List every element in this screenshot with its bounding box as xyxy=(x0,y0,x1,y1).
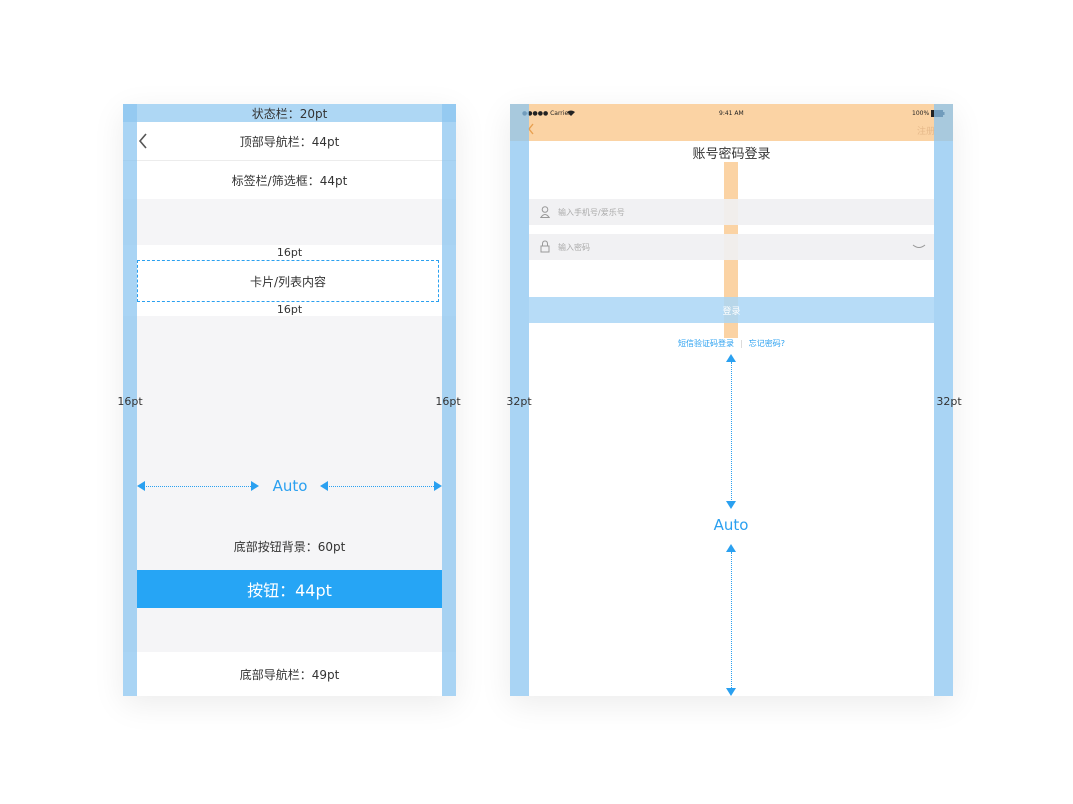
gray-auto-area xyxy=(123,316,456,562)
tab-filter-bar: 标签栏/筛选框：44pt xyxy=(123,161,456,199)
auto-arrow-top-up xyxy=(726,354,736,362)
bottom-button-area: 底部按钮背景：60pt 按钮：44pt xyxy=(123,530,456,614)
card-content-box: 卡片/列表内容 xyxy=(137,260,439,302)
right-layout-frame: ●●●●● Carrier 9:41 AM 100% 注册 账号密码登录 输入手… xyxy=(510,104,953,696)
phone-placeholder: 输入手机号/爱乐号 xyxy=(558,208,625,217)
left-margin-label-right: 32pt xyxy=(506,394,532,408)
user-icon xyxy=(540,206,550,218)
card-content-label: 卡片/列表内容 xyxy=(249,274,327,289)
card-section: 16pt 卡片/列表内容 16pt xyxy=(123,245,456,316)
login-button-label: 登录 xyxy=(722,306,741,317)
bottom-nav-label: 底部导航栏：49pt xyxy=(239,667,340,682)
tab-bar-label: 标签栏/筛选框：44pt xyxy=(231,173,348,188)
gray-gap-top xyxy=(123,199,456,245)
top-nav-bar: 顶部导航栏：44pt xyxy=(123,122,456,161)
login-title: 账号密码登录 xyxy=(692,146,771,162)
status-time: 9:41 AM xyxy=(719,110,744,117)
nav-bar-label: 顶部导航栏：44pt xyxy=(239,134,340,149)
status-bar-label: 状态栏：20pt xyxy=(251,106,328,121)
login-button[interactable]: 登录 xyxy=(529,297,934,323)
password-placeholder: 输入密码 xyxy=(558,243,590,252)
gray-gap-bottom xyxy=(123,614,456,652)
wifi-icon xyxy=(567,110,575,116)
bottom-nav-bar: 底部导航栏：49pt xyxy=(123,652,456,696)
right-margin-label-right: 32pt xyxy=(936,394,962,408)
bottom-button-bg-label: 底部按钮背景：60pt xyxy=(233,539,346,554)
status-bar-region: 状态栏：20pt xyxy=(123,104,456,122)
auto-arrow-right-line xyxy=(326,486,438,487)
card-top-spacing-label: 16pt xyxy=(276,246,303,259)
phone-input[interactable]: 输入手机号/爱乐号 xyxy=(529,199,934,225)
primary-button-label: 按钮：44pt xyxy=(247,581,332,600)
status-battery: 100% xyxy=(912,110,930,117)
status-bar: ●●●●● Carrier 9:41 AM 100% xyxy=(510,108,953,120)
register-link[interactable]: 注册 xyxy=(917,124,935,137)
auto-arrow-top-line xyxy=(731,362,732,502)
sms-login-link[interactable]: 短信验证码登录 xyxy=(678,338,734,349)
auto-arrow-bottom-line xyxy=(731,552,732,688)
link-divider: | xyxy=(740,338,743,348)
auto-label-right: Auto xyxy=(713,516,749,534)
auto-arrow-left-line xyxy=(143,486,255,487)
left-layout-frame: 状态栏：20pt 顶部导航栏：44pt 标签栏/筛选框：44pt 16pt 卡片… xyxy=(123,104,456,696)
auto-arrow-left-tail xyxy=(251,481,259,491)
left-margin-label: 16pt xyxy=(117,394,143,408)
eye-closed-icon[interactable] xyxy=(912,244,926,250)
auto-arrow-bottom-down xyxy=(726,688,736,696)
lock-icon xyxy=(540,240,550,253)
right-margin-label: 16pt xyxy=(435,394,461,408)
forgot-password-link[interactable]: 忘记密码? xyxy=(749,338,785,349)
status-carrier: ●●●●● Carrier xyxy=(522,110,571,117)
primary-button[interactable]: 按钮：44pt xyxy=(137,570,442,608)
auto-arrow-right-tail xyxy=(434,481,442,491)
card-bottom-spacing-label: 16pt xyxy=(276,302,303,316)
auto-arrow-top-down xyxy=(726,501,736,509)
password-input[interactable]: 输入密码 xyxy=(529,234,934,260)
auto-arrow-bottom-up xyxy=(726,544,736,552)
auto-label-left: Auto xyxy=(272,477,308,495)
